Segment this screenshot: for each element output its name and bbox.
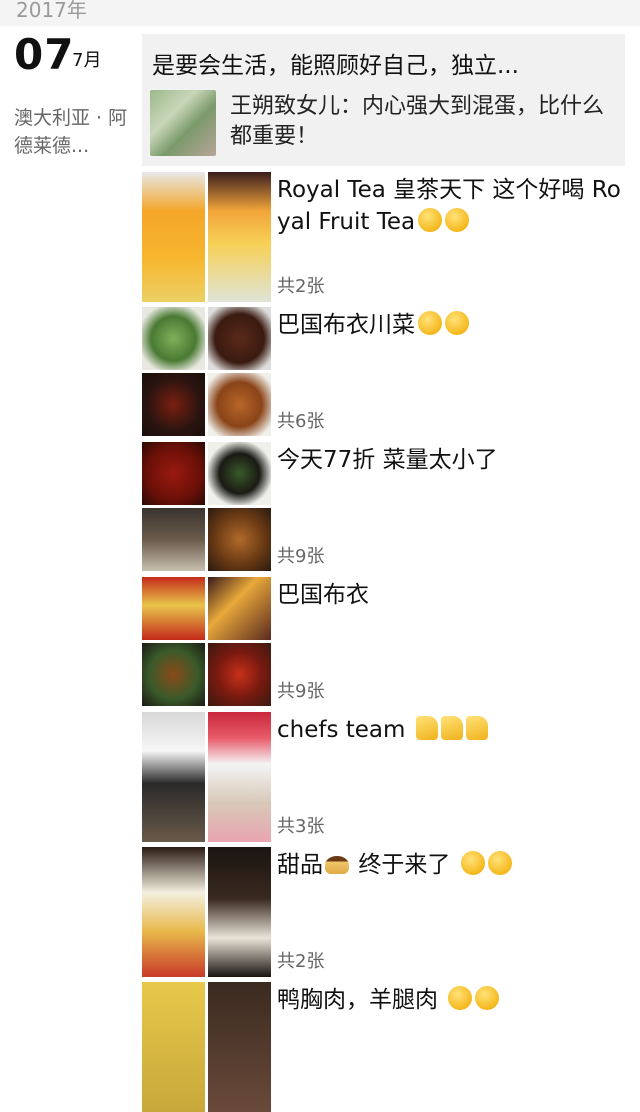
moment-post[interactable]: 巴国布衣川菜 共6张 bbox=[142, 307, 640, 437]
photo-thumbnail[interactable] bbox=[208, 982, 271, 1112]
smirk-emoji-icon bbox=[418, 311, 442, 335]
photo-count: 共6张 bbox=[277, 411, 325, 432]
hug-emoji-icon bbox=[460, 851, 485, 875]
thumbs-up-icon bbox=[465, 716, 488, 740]
photo-grid[interactable] bbox=[142, 847, 272, 977]
photo-thumbnail[interactable] bbox=[142, 847, 205, 977]
photo-thumbnail[interactable] bbox=[208, 442, 271, 505]
photo-thumbnail[interactable] bbox=[142, 307, 205, 370]
photo-thumbnail[interactable] bbox=[142, 643, 205, 706]
photo-thumbnail[interactable] bbox=[142, 172, 205, 302]
hug-emoji-icon bbox=[418, 208, 443, 232]
moment-post[interactable]: chefs team 共3张 bbox=[142, 712, 640, 842]
post-text: 甜品 终于来了 bbox=[277, 849, 632, 881]
photo-grid[interactable] bbox=[142, 442, 272, 572]
photo-count: 共2张 bbox=[277, 951, 325, 972]
photo-thumbnail[interactable] bbox=[208, 712, 271, 842]
photo-thumbnail[interactable] bbox=[142, 442, 205, 505]
photo-thumbnail[interactable] bbox=[142, 508, 205, 571]
shared-article-title: 是要会生活，能照顾好自己，独立... bbox=[152, 53, 519, 79]
date-month: 7月 bbox=[72, 50, 102, 71]
photo-thumbnail[interactable] bbox=[208, 172, 271, 302]
date-day: 07 bbox=[14, 30, 75, 79]
photo-grid[interactable] bbox=[142, 577, 272, 707]
heart-eyes-emoji-icon bbox=[448, 986, 473, 1010]
photo-count: 共3张 bbox=[277, 816, 325, 837]
moment-post[interactable]: 今天77折 菜量太小了 共9张 bbox=[142, 442, 640, 572]
photo-count: 共9张 bbox=[277, 681, 325, 702]
post-text: Royal Tea 皇茶天下 这个好喝 Royal Fruit Tea bbox=[277, 177, 621, 235]
moment-post[interactable]: 甜品 终于来了 共2张 bbox=[142, 847, 640, 977]
photo-thumbnail[interactable] bbox=[208, 307, 271, 370]
post-text: chefs team bbox=[277, 714, 632, 746]
moment-post[interactable]: 鸭胸肉，羊腿肉 bbox=[142, 982, 640, 1112]
photo-grid[interactable] bbox=[142, 172, 272, 302]
hug-emoji-icon bbox=[487, 851, 512, 875]
moment-post[interactable]: Royal Tea 皇茶天下 这个好喝 Royal Fruit Tea 共2张 bbox=[142, 172, 640, 302]
photo-grid[interactable] bbox=[142, 307, 272, 437]
moment-post[interactable]: 巴国布衣 共9张 bbox=[142, 577, 640, 707]
photo-thumbnail[interactable] bbox=[142, 712, 205, 842]
grin-emoji-icon bbox=[445, 311, 469, 335]
photo-thumbnail[interactable] bbox=[208, 373, 271, 436]
year-header: 2017年 bbox=[0, 0, 640, 26]
photo-grid[interactable] bbox=[142, 712, 272, 842]
shared-article-card[interactable]: 是要会生活，能照顾好自己，独立... 王朔致女儿：内心强大到混蛋，比什么都重要！ bbox=[142, 34, 625, 166]
photo-thumbnail[interactable] bbox=[142, 373, 205, 436]
photo-thumbnail[interactable] bbox=[142, 577, 205, 640]
post-text: 今天77折 菜量太小了 bbox=[277, 447, 498, 473]
location-label: 澳大利亚 · 阿德莱德... bbox=[14, 107, 128, 157]
thumbs-up-icon bbox=[415, 716, 438, 740]
hug-emoji-icon bbox=[445, 208, 470, 232]
photo-thumbnail[interactable] bbox=[208, 643, 271, 706]
post-text: 巴国布衣 bbox=[277, 582, 369, 608]
photo-thumbnail[interactable] bbox=[208, 508, 271, 571]
post-text: 鸭胸肉，羊腿肉 bbox=[277, 984, 632, 1016]
thumbs-up-icon bbox=[440, 716, 463, 740]
photo-thumbnail[interactable] bbox=[208, 577, 271, 640]
photo-count: 共2张 bbox=[277, 276, 325, 297]
photo-thumbnail[interactable] bbox=[208, 847, 271, 977]
photo-count: 共9张 bbox=[277, 546, 325, 567]
post-text: 巴国布衣川菜 bbox=[277, 309, 632, 341]
photo-thumbnail[interactable] bbox=[142, 982, 205, 1112]
shared-article-text: 王朔致女儿：内心强大到混蛋，比什么都重要！ bbox=[230, 94, 605, 149]
shared-article-thumbnail bbox=[150, 90, 216, 156]
photo-grid[interactable] bbox=[142, 982, 272, 1112]
heart-eyes-emoji-icon bbox=[475, 986, 500, 1010]
pudding-emoji-icon bbox=[325, 856, 349, 874]
